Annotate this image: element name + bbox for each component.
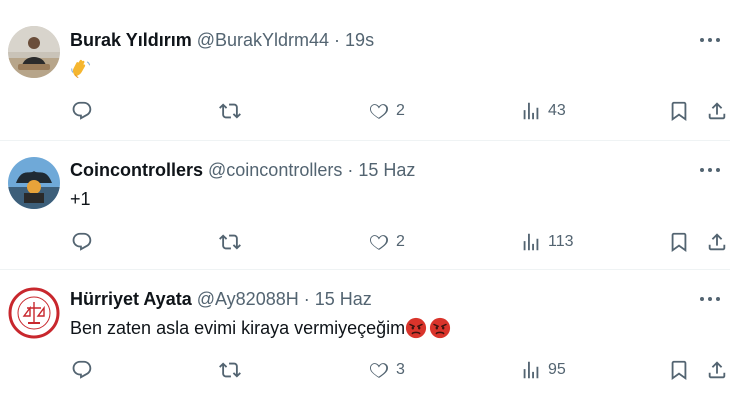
retweet-icon xyxy=(219,359,241,381)
views-button[interactable]: 43 xyxy=(520,96,566,126)
author-handle[interactable]: @coincontrollers xyxy=(208,160,342,181)
retweet-button[interactable] xyxy=(219,96,247,126)
timestamp[interactable]: 15 Haz xyxy=(358,160,415,181)
like-button[interactable]: 2 xyxy=(368,96,405,126)
tweet-text-content: Ben zaten asla evimi kiraya vermiyeçeğim xyxy=(70,317,406,338)
waving-hands-emoji xyxy=(70,58,92,80)
views-button[interactable]: 95 xyxy=(520,355,566,385)
avatar[interactable] xyxy=(8,26,60,78)
avatar[interactable] xyxy=(8,287,60,339)
retweet-button[interactable] xyxy=(219,355,247,385)
bookmark-icon xyxy=(668,231,690,253)
retweet-button[interactable] xyxy=(219,227,247,257)
angry-face-emoji xyxy=(405,317,427,339)
author-name[interactable]: Hürriyet Ayata xyxy=(70,289,192,310)
view-count: 113 xyxy=(548,233,574,250)
tweet-header: Burak Yıldırım @BurakYldrm44 · 19s xyxy=(70,29,374,51)
heart-icon xyxy=(368,231,390,253)
timestamp[interactable]: 15 Haz xyxy=(315,289,372,310)
reply-icon xyxy=(71,100,93,122)
separator: · xyxy=(303,288,310,309)
timestamp[interactable]: 19s xyxy=(345,30,374,51)
bookmark-button[interactable] xyxy=(668,355,690,385)
author-name[interactable]: Coincontrollers xyxy=(70,160,203,181)
views-icon xyxy=(520,100,542,122)
bookmark-button[interactable] xyxy=(668,96,690,126)
like-button[interactable]: 3 xyxy=(368,355,405,385)
author-name[interactable]: Burak Yıldırım xyxy=(70,30,192,51)
like-count: 2 xyxy=(396,102,405,119)
share-icon xyxy=(706,231,728,253)
tweet-actions: 2 43 xyxy=(0,96,730,126)
angry-face-emoji xyxy=(429,317,451,339)
more-icon[interactable] xyxy=(698,30,722,50)
tweet[interactable]: Coincontrollers @coincontrollers · 15 Ha… xyxy=(0,141,730,270)
reply-button[interactable] xyxy=(71,355,99,385)
tweet-text: Ben zaten asla evimi kiraya vermiyeçeğim xyxy=(70,317,451,339)
share-icon xyxy=(706,359,728,381)
tweet[interactable]: Burak Yıldırım @BurakYldrm44 · 19s 2 43 xyxy=(0,0,730,141)
views-icon xyxy=(520,231,542,253)
tweet-text xyxy=(70,58,92,80)
bookmark-icon xyxy=(668,359,690,381)
tweet-actions: 3 95 xyxy=(0,355,730,385)
share-icon xyxy=(706,100,728,122)
like-count: 3 xyxy=(396,361,405,378)
tweet[interactable]: Hürriyet Ayata @Ay82088H · 15 Haz Ben za… xyxy=(0,270,730,410)
like-count: 2 xyxy=(396,233,405,250)
share-button[interactable] xyxy=(706,96,728,126)
more-icon[interactable] xyxy=(698,289,722,309)
share-button[interactable] xyxy=(706,355,728,385)
author-handle[interactable]: @BurakYldrm44 xyxy=(197,30,329,51)
reply-button[interactable] xyxy=(71,96,99,126)
bookmark-button[interactable] xyxy=(668,227,690,257)
reply-icon xyxy=(71,231,93,253)
avatar[interactable] xyxy=(8,157,60,209)
share-button[interactable] xyxy=(706,227,728,257)
more-icon[interactable] xyxy=(698,160,722,180)
author-handle[interactable]: @Ay82088H xyxy=(197,289,299,310)
separator: · xyxy=(334,29,341,50)
views-button[interactable]: 113 xyxy=(520,227,574,257)
retweet-icon xyxy=(219,100,241,122)
tweet-header: Hürriyet Ayata @Ay82088H · 15 Haz xyxy=(70,288,372,310)
heart-icon xyxy=(368,359,390,381)
views-icon xyxy=(520,359,542,381)
tweet-text-content: +1 xyxy=(70,189,91,209)
view-count: 43 xyxy=(548,102,566,119)
like-button[interactable]: 2 xyxy=(368,227,405,257)
tweet-header: Coincontrollers @coincontrollers · 15 Ha… xyxy=(70,159,415,181)
view-count: 95 xyxy=(548,361,566,378)
bookmark-icon xyxy=(668,100,690,122)
tweet-text: +1 xyxy=(70,189,91,210)
tweet-actions: 2 113 xyxy=(0,227,730,257)
heart-icon xyxy=(368,100,390,122)
reply-icon xyxy=(71,359,93,381)
reply-button[interactable] xyxy=(71,227,99,257)
separator: · xyxy=(347,159,354,180)
retweet-icon xyxy=(219,231,241,253)
